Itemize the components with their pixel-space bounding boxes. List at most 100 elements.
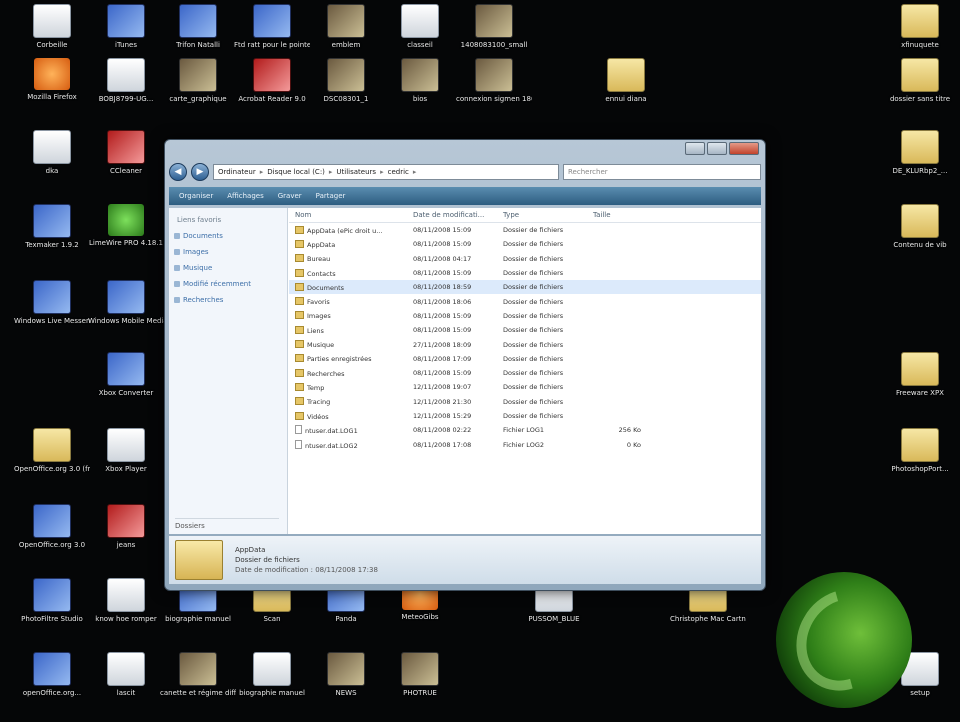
column-type[interactable]: Type xyxy=(497,211,587,219)
app-icon xyxy=(475,58,513,92)
file-row[interactable]: Parties enregistrées 08/11/2008 17:09 Doss… xyxy=(289,352,761,366)
back-arrow-icon[interactable]: ◀ xyxy=(169,163,187,181)
desktop-icon[interactable]: OpenOffice.org 3.0 (fr) Installa... xyxy=(14,428,90,498)
app-icon xyxy=(107,4,145,38)
desktop-icon[interactable]: Texmaker 1.9.2 xyxy=(14,204,90,274)
column-headers: Nom Date de modificati... Type Taille xyxy=(289,208,761,223)
desktop-icon[interactable]: LimeWire PRO 4.18.1 xyxy=(88,204,164,274)
close-button[interactable] xyxy=(729,142,759,155)
breadcrumb-separator-icon[interactable]: ▸ xyxy=(380,168,384,176)
file-date: 08/11/2008 15:09 xyxy=(413,269,472,278)
desktop-icon[interactable]: PhotoshopPort... xyxy=(882,428,958,498)
toolbar-button[interactable]: Graver xyxy=(278,192,302,200)
file-row[interactable]: Liens 08/11/2008 15:09 Dossier de fichiers xyxy=(289,323,761,337)
file-row[interactable]: AppData (ePic droit u... 08/11/2008 15:09… xyxy=(289,223,761,237)
toolbar-button[interactable]: Organiser xyxy=(179,192,213,200)
desktop-icon[interactable]: Xbox Converter xyxy=(88,352,164,422)
breadcrumb-separator-icon[interactable]: ▸ xyxy=(329,168,333,176)
toolbar-button[interactable]: Partager xyxy=(316,192,346,200)
breadcrumb-item[interactable]: Disque local (C:) xyxy=(267,168,325,176)
file-row[interactable]: ntuser.dat.LOG2 08/11/2008 17:08 Fichier L… xyxy=(289,437,761,451)
breadcrumb-item[interactable]: cedric xyxy=(388,168,409,176)
forward-arrow-icon[interactable]: ▶ xyxy=(191,163,209,181)
file-name: Favoris xyxy=(307,298,330,307)
desktop-icon[interactable]: PhotoFiltre Studio xyxy=(14,578,90,648)
nav-link[interactable]: Documents xyxy=(169,228,287,244)
file-row[interactable]: Documents 08/11/2008 18:59 Dossier de fich… xyxy=(289,280,761,295)
file-row[interactable]: Temp 12/11/2008 19:07 Dossier de fichiers xyxy=(289,380,761,394)
file-name: Documents xyxy=(307,283,345,292)
file-name-cell: Documents xyxy=(289,282,407,292)
desktop-icon[interactable]: Freeware XPX xyxy=(882,352,958,422)
nav-link[interactable]: Modifié récemment xyxy=(169,276,287,292)
nav-link[interactable]: Images xyxy=(169,244,287,260)
folder-icon xyxy=(295,282,304,291)
column-date[interactable]: Date de modificati... xyxy=(407,211,497,219)
desktop-icon-label: PHOTRUE xyxy=(403,689,437,697)
desktop-icon[interactable]: carte_graphique xyxy=(160,58,236,128)
file-type: Dossier de fichiers xyxy=(503,311,564,320)
column-size[interactable]: Taille xyxy=(587,211,647,219)
breadcrumb-separator-icon[interactable]: ▸ xyxy=(413,168,417,176)
desktop-icon-label: DSC08301_1 xyxy=(323,95,369,103)
desktop-icon[interactable]: BOBJ8799-UG... xyxy=(88,58,164,128)
desktop-icon[interactable]: ennui diana xyxy=(588,58,664,128)
search-input[interactable]: Rechercher xyxy=(563,164,761,180)
title-bar[interactable] xyxy=(165,140,765,158)
desktop-icon-label: OpenOffice.org 3.0 (fr) Installa... xyxy=(14,465,90,473)
desktop-icon[interactable]: Contenu de vib xyxy=(882,204,958,274)
file-row[interactable]: AppData 08/11/2008 15:09 Dossier de fichie… xyxy=(289,237,761,251)
file-row[interactable]: Recherches 08/11/2008 15:09 Dossier de fic… xyxy=(289,366,761,380)
toolbar-button[interactable]: Affichages xyxy=(227,192,264,200)
file-row[interactable]: Images 08/11/2008 15:09 Dossier de fichier… xyxy=(289,309,761,323)
file-name-cell: Bureau xyxy=(289,254,407,263)
app-icon xyxy=(475,4,513,38)
file-size: 256 Ko xyxy=(618,426,641,435)
desktop-icon[interactable]: biographie manuel xyxy=(234,652,310,722)
desktop-icon[interactable]: Mozilla Firefox xyxy=(14,58,90,128)
breadcrumb-item[interactable]: Ordinateur xyxy=(218,168,256,176)
file-row[interactable]: ntuser.dat.LOG1 08/11/2008 02:22 Fichier L… xyxy=(289,423,761,437)
minimize-button[interactable] xyxy=(685,142,705,155)
file-name: ntuser.dat.LOG1 xyxy=(305,427,358,436)
desktop-icon[interactable]: lascit xyxy=(88,652,164,722)
app-icon xyxy=(33,204,71,238)
file-row[interactable]: Musique 27/11/2008 18:09 Dossier de fichie… xyxy=(289,337,761,351)
desktop-icon-label: Xbox Converter xyxy=(98,389,154,397)
breadcrumb-item[interactable]: Utilisateurs xyxy=(336,168,376,176)
desktop-icon[interactable]: dka xyxy=(14,130,90,200)
desktop-icon[interactable]: connexion sigmen 186 xyxy=(456,58,532,128)
desktop-icon[interactable]: know hoe romper xyxy=(88,578,164,648)
nav-link[interactable]: Recherches xyxy=(169,292,287,308)
file-row[interactable]: Tracing 12/11/2008 21:30 Dossier de fichie… xyxy=(289,395,761,409)
file-name-cell: Favoris xyxy=(289,297,407,306)
desktop-icon[interactable]: NEWS xyxy=(308,652,384,722)
desktop-icon[interactable]: Windows Live Messenger xyxy=(14,280,90,350)
breadcrumb-separator-icon[interactable]: ▸ xyxy=(260,168,264,176)
maximize-button[interactable] xyxy=(707,142,727,155)
file-row[interactable]: Bureau 08/11/2008 04:17 Dossier de fichier… xyxy=(289,252,761,266)
desktop-icon[interactable]: dossier sans titre xyxy=(882,58,958,128)
folders-toggle[interactable]: Dossiers xyxy=(175,518,279,530)
desktop-icon[interactable]: Windows Mobile Media xyxy=(88,280,164,350)
desktop-icon[interactable]: Acrobat Reader 9.0 xyxy=(234,58,310,128)
desktop-icon[interactable]: CCleaner xyxy=(88,130,164,200)
desktop-icon[interactable]: openOffice.org... xyxy=(14,652,90,722)
desktop-icon[interactable]: canette et régime diffoco3f xyxy=(160,652,236,722)
desktop-icon[interactable]: DE_KLURbp2_... xyxy=(882,130,958,200)
desktop-icon[interactable]: OpenOffice.org 3.0 xyxy=(14,504,90,574)
watermark-logo xyxy=(776,571,912,709)
column-name[interactable]: Nom xyxy=(289,211,407,219)
desktop-icon-label: Scan xyxy=(263,615,281,623)
file-row[interactable]: Favoris 08/11/2008 18:06 Dossier de fichie… xyxy=(289,294,761,308)
desktop-icon[interactable]: DSC08301_1 xyxy=(308,58,384,128)
desktop-icon[interactable]: jeans xyxy=(88,504,164,574)
desktop-icon[interactable]: Xbox Player xyxy=(88,428,164,498)
desktop-icon[interactable]: PHOTRUE xyxy=(382,652,458,722)
file-name-cell: Contacts xyxy=(289,268,407,278)
file-row[interactable]: Contacts 08/11/2008 15:09 Dossier de fichi… xyxy=(289,266,761,280)
address-bar[interactable]: Ordinateur ▸ Disque local (C:) ▸ Utilisateur… xyxy=(213,164,559,180)
file-row[interactable]: Vidéos 12/11/2008 15:29 Dossier de fichier… xyxy=(289,409,761,423)
desktop-icon[interactable]: bios xyxy=(382,58,458,128)
nav-link[interactable]: Musique xyxy=(169,260,287,276)
